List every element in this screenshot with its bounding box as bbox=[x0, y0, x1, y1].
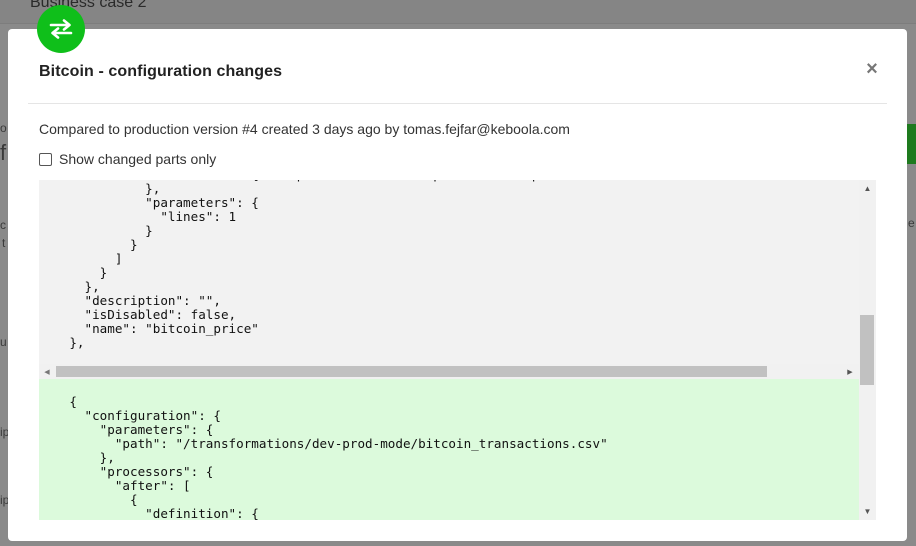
show-changed-toggle[interactable]: Show changed parts only bbox=[39, 151, 216, 167]
code-line: { bbox=[39, 394, 77, 409]
config-changes-modal: Bitcoin - configuration changes × Compar… bbox=[8, 29, 907, 541]
code-line: { bbox=[39, 492, 138, 507]
code-line: "lines": 1 bbox=[39, 209, 237, 224]
show-changed-checkbox[interactable] bbox=[39, 152, 52, 166]
code-line: "name": "bitcoin_price" bbox=[39, 321, 259, 336]
background-text: o bbox=[0, 121, 7, 135]
scroll-right-icon[interactable]: ▶ bbox=[844, 365, 856, 378]
code-line: ] bbox=[39, 251, 123, 266]
scroll-up-icon[interactable]: ▲ bbox=[859, 180, 876, 197]
swap-arrows-icon bbox=[37, 5, 85, 53]
background-text: e bbox=[908, 216, 915, 230]
background-green-button bbox=[906, 124, 916, 164]
code-line: "configuration": { bbox=[39, 408, 221, 423]
code-line: "parameters": { bbox=[39, 422, 214, 437]
code-line: "isDisabled": false, bbox=[39, 307, 237, 322]
code-block: "definition": { "component": "keboola.pr… bbox=[39, 180, 859, 350]
scroll-down-icon[interactable]: ▼ bbox=[859, 503, 876, 520]
code-line: } bbox=[39, 237, 138, 252]
code-line: }, bbox=[39, 335, 85, 350]
code-line: "description": "", bbox=[39, 293, 221, 308]
background-text: t bbox=[2, 236, 6, 250]
background-text: c bbox=[0, 218, 6, 232]
diff-production-pane[interactable]: "definition": { "component": "keboola.pr… bbox=[39, 180, 876, 379]
horizontal-scroll-thumb[interactable] bbox=[56, 366, 767, 377]
code-line: "processors": { bbox=[39, 464, 214, 479]
code-line: "definition": { bbox=[39, 506, 259, 521]
diff-added-pane[interactable]: { "configuration": { "parameters": { "pa… bbox=[39, 379, 876, 520]
compare-description: Compared to production version #4 create… bbox=[39, 121, 570, 137]
scroll-left-icon[interactable]: ◀ bbox=[41, 365, 53, 378]
code-line: "after": [ bbox=[39, 478, 191, 493]
close-button[interactable]: × bbox=[863, 59, 881, 79]
background-header: Business case 2 bbox=[0, 0, 916, 24]
code-line: } bbox=[39, 265, 108, 280]
code-line: }, bbox=[39, 181, 161, 196]
close-icon: × bbox=[866, 58, 878, 80]
code-line: "parameters": { bbox=[39, 195, 259, 210]
background-text: f bbox=[0, 140, 7, 165]
code-line: "path": "/transformations/dev-prod-mode/… bbox=[39, 436, 608, 451]
show-changed-label: Show changed parts only bbox=[59, 151, 217, 167]
header-divider bbox=[28, 103, 887, 104]
background-text: u bbox=[0, 335, 7, 349]
vertical-scroll-thumb[interactable] bbox=[860, 315, 874, 385]
modal-title: Bitcoin - configuration changes bbox=[39, 63, 283, 80]
code-line: }, bbox=[39, 450, 115, 465]
code-block: { "configuration": { "parameters": { "pa… bbox=[39, 394, 859, 521]
code-line: } bbox=[39, 223, 153, 238]
code-line: }, bbox=[39, 279, 100, 294]
